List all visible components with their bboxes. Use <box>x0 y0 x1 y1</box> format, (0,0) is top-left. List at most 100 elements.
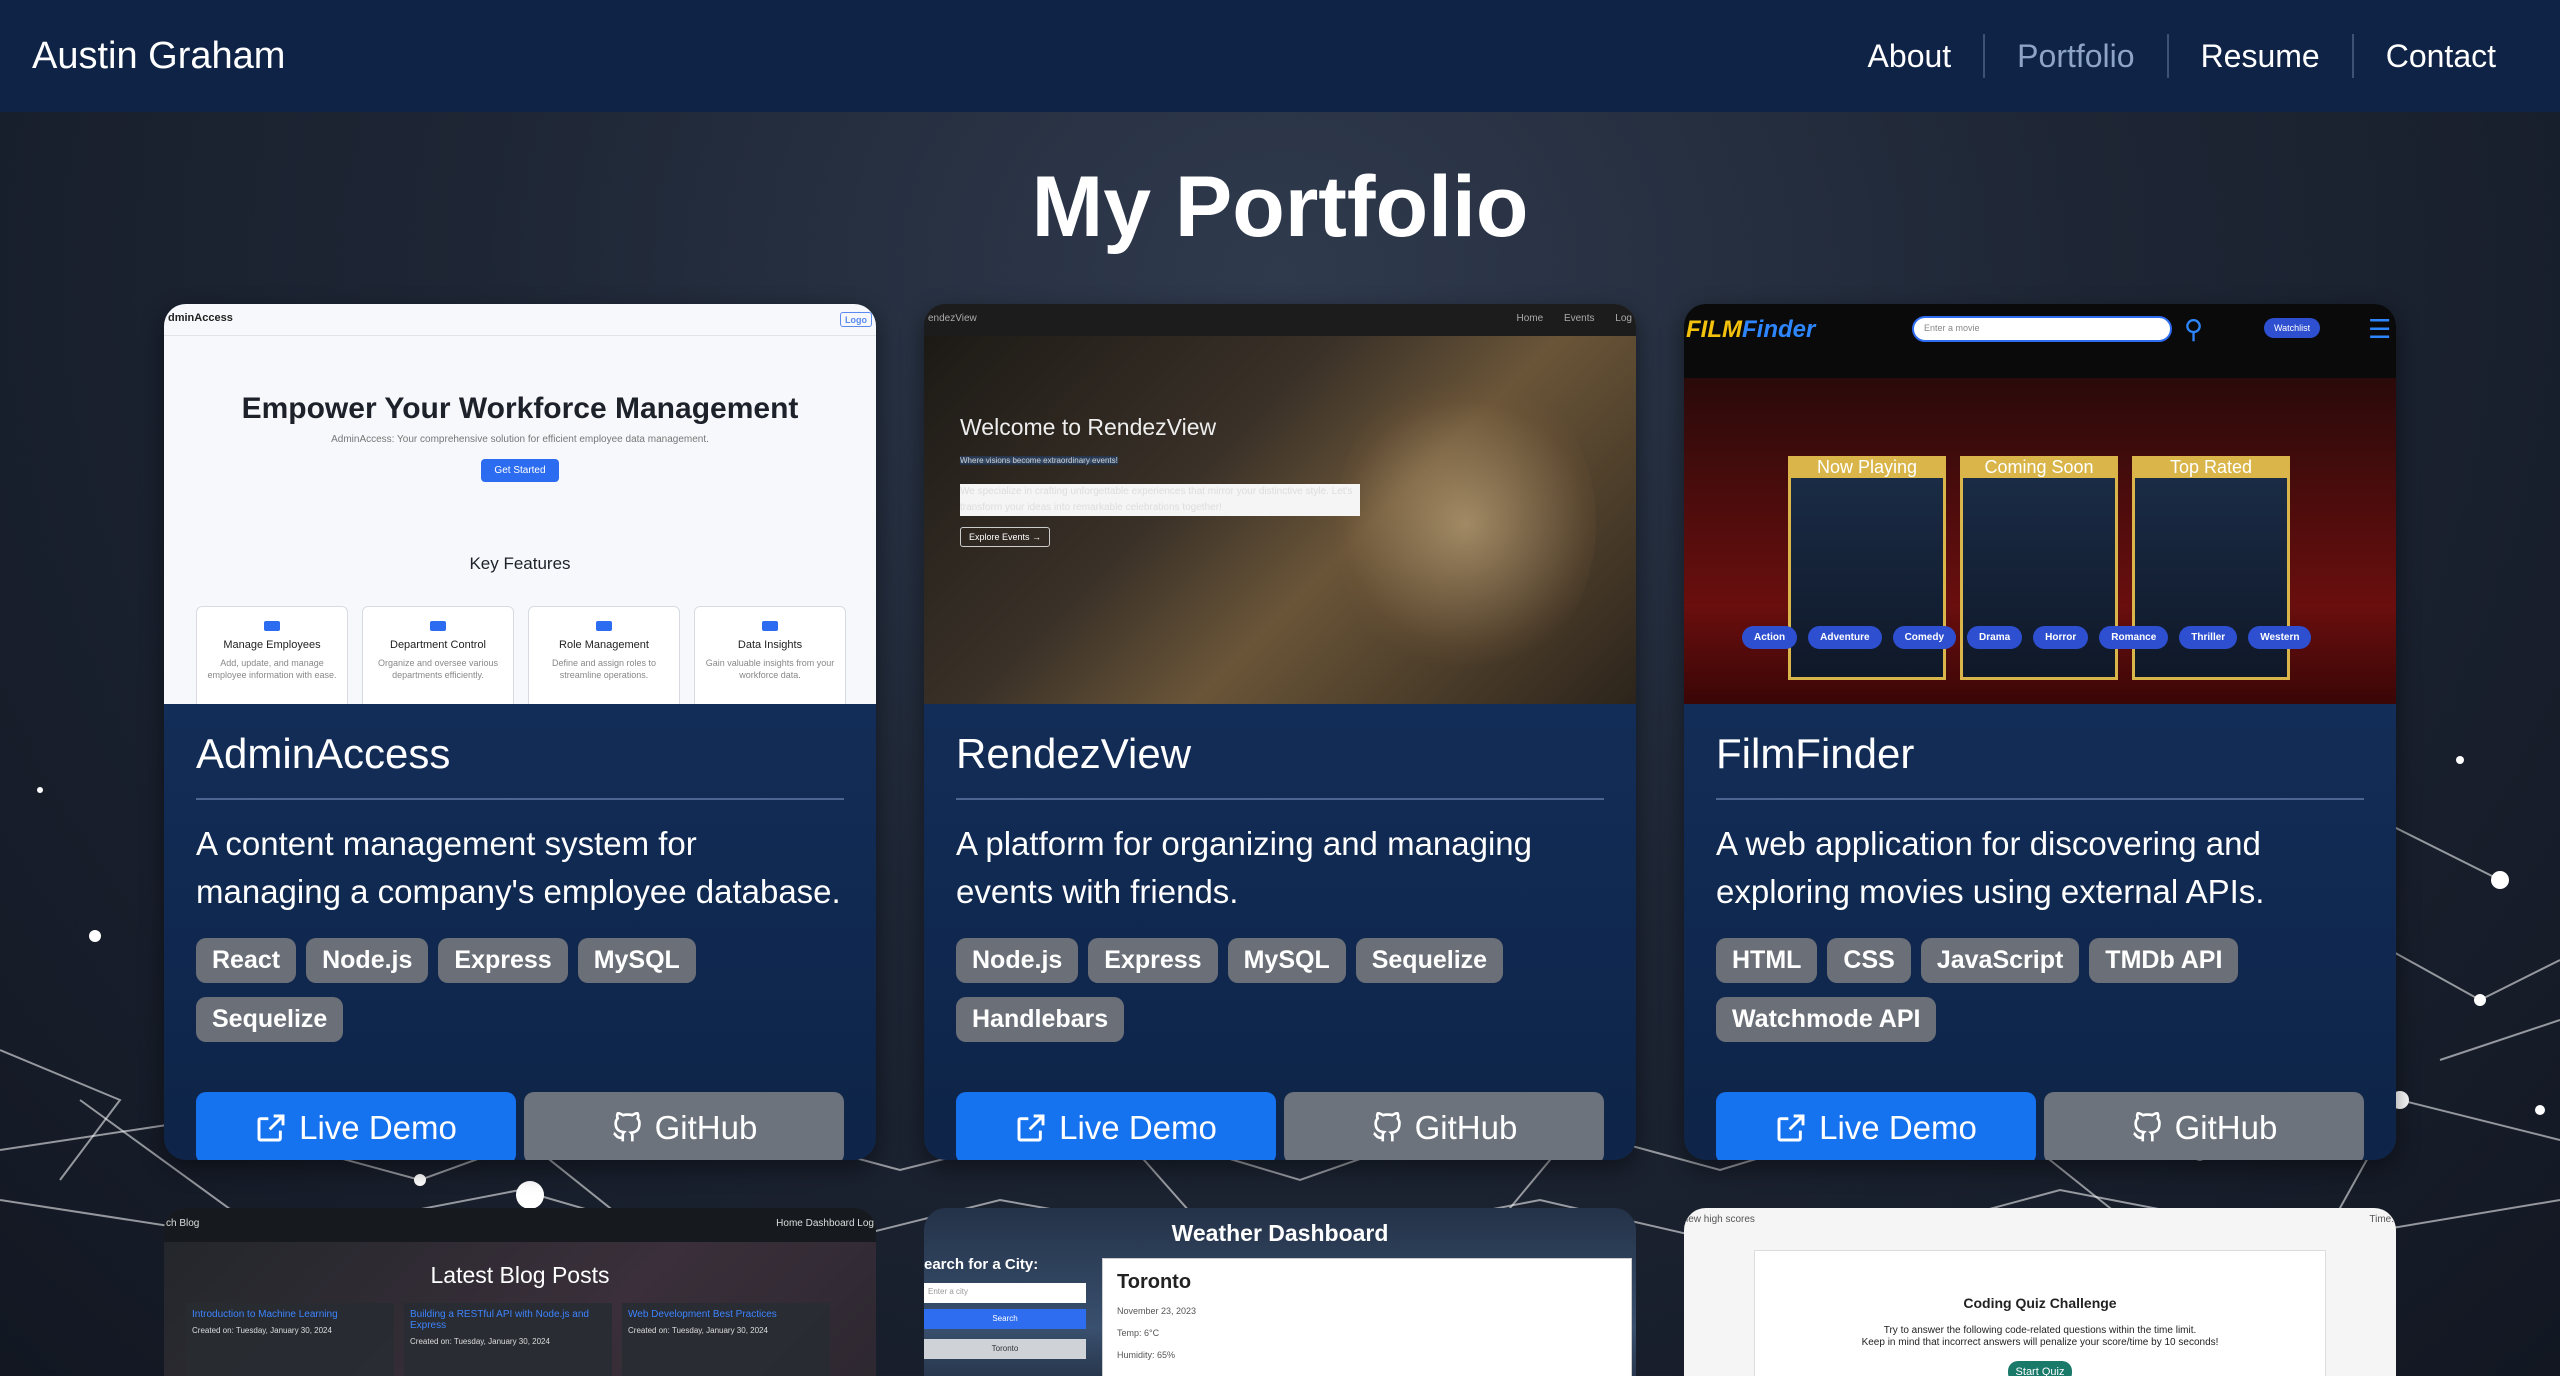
preview-tagline: Where visions become extraordinary event… <box>960 456 1118 465</box>
project-card-filmfinder: FILMFinder Enter a movie ⚲ Watchlist ☰ N… <box>1684 304 2396 1160</box>
github-icon <box>2132 1112 2161 1142</box>
genre-pill: Action <box>1742 626 1798 649</box>
live-demo-label: Live Demo <box>1819 1109 1977 1146</box>
project-screenshot: FILMFinder Enter a movie ⚲ Watchlist ☰ N… <box>1684 304 2396 704</box>
preview-header: dminAccess Logo <box>164 304 876 336</box>
external-link-icon <box>1777 1114 1805 1142</box>
github-icon <box>1372 1112 1401 1142</box>
weather-city: Toronto <box>1117 1271 1192 1293</box>
preview-header: endezView Home Events Log <box>924 304 1636 336</box>
preview-feature: Manage Employees Add, update, and manage … <box>196 606 348 704</box>
weather-panel: Toronto November 23, 2023 Temp: 6°C Humi… <box>1102 1258 1632 1376</box>
github-button[interactable]: GitHub <box>524 1092 844 1160</box>
nav-resume[interactable]: Resume <box>2166 34 2352 78</box>
briefcase-icon <box>430 621 446 631</box>
start-quiz-button: Start Quiz <box>2007 1361 2073 1376</box>
preview-features: Manage Employees Add, update, and manage … <box>196 606 846 704</box>
genre-pill: Adventure <box>1808 626 1882 649</box>
github-label: GitHub <box>1414 1109 1518 1146</box>
card-actions: Live Demo GitHub <box>196 1092 844 1160</box>
high-scores-link: iew high scores <box>1686 1214 1755 1225</box>
feature-desc: Organize and oversee various departments… <box>377 658 499 680</box>
card-title: RendezView <box>956 730 1604 800</box>
genre-pills: Action Adventure Comedy Drama Horror Rom… <box>1742 626 2312 649</box>
preview-heading: Weather Dashboard <box>1171 1220 1389 1246</box>
tech-tag: HTML <box>1716 938 1818 983</box>
search-icon: ⚲ <box>2184 314 2204 344</box>
tech-tags: HTML CSS JavaScript TMDb API Watchmode A… <box>1716 938 2364 1042</box>
search-button: Search <box>924 1309 1086 1329</box>
tech-tag: Express <box>1088 938 1218 983</box>
project-card-rendezview: endezView Home Events Log Welcome to Ren… <box>924 304 1636 1160</box>
project-screenshot: dminAccess Logo Empower Your Workforce M… <box>164 304 876 704</box>
preview-logo: FILMFinder <box>1686 316 1815 344</box>
preview-cta: Explore Events → <box>960 527 1051 547</box>
quiz-box: Coding Quiz Challenge Try to answer the … <box>1754 1250 2326 1376</box>
tech-tag: MySQL <box>1227 938 1346 983</box>
project-card-weather-dashboard: Weather Dashboard earch for a City: Ente… <box>924 1208 1636 1376</box>
post-title: Introduction to Machine Learning <box>192 1309 338 1320</box>
genre-pill: Drama <box>1967 626 2023 649</box>
quiz-desc-line: Try to answer the following code-related… <box>1883 1325 2197 1336</box>
feature-name: Manage Employees <box>223 639 321 651</box>
feature-name: Department Control <box>390 639 486 651</box>
project-card-adminaccess: dminAccess Logo Empower Your Workforce M… <box>164 304 876 1160</box>
chart-icon <box>762 621 778 631</box>
section-label: Now Playing <box>1788 456 1946 478</box>
live-demo-button[interactable]: Live Demo <box>956 1092 1276 1160</box>
tech-tag: Node.js <box>956 938 1079 983</box>
logo-part-b: Finder <box>1741 316 1816 343</box>
champagne-glass-image <box>1336 364 1596 684</box>
quiz-desc-line: Keep in mind that incorrect answers will… <box>1861 1337 2219 1348</box>
tech-tag: TMDb API <box>2089 938 2239 983</box>
timer-label: Time: <box>2369 1214 2394 1225</box>
tech-tag: CSS <box>1827 938 1911 983</box>
theater-stage: Now Playing Coming Soon Top Rated <box>1684 378 2396 704</box>
post-date: Created on: Tuesday, January 30, 2024 <box>192 1326 332 1335</box>
weather-temp: Temp: 6°C <box>1117 1328 1160 1338</box>
top-navbar: Austin Graham About Portfolio Resume Con… <box>0 0 2560 112</box>
github-label: GitHub <box>654 1109 758 1146</box>
project-card-tech-blog: ch Blog Home Dashboard Log Latest Blog P… <box>164 1208 876 1376</box>
genre-pill: Thriller <box>2179 626 2238 649</box>
hamburger-icon: ☰ <box>2368 314 2392 344</box>
github-button[interactable]: GitHub <box>1284 1092 1604 1160</box>
nav-portfolio[interactable]: Portfolio <box>1983 34 2166 78</box>
preview-heading: Welcome to RendezView <box>960 414 1217 440</box>
quiz-title: Coding Quiz Challenge <box>1963 1295 2117 1311</box>
preview-nav: Home Dashboard Log <box>776 1218 874 1229</box>
card-description: A web application for discovering and ex… <box>1716 825 2265 910</box>
preview-heading: Latest Blog Posts <box>430 1262 610 1288</box>
card-description: A platform for organizing and managing e… <box>956 825 1533 910</box>
tech-tag: Sequelize <box>196 997 344 1042</box>
genre-pill: Comedy <box>1892 626 1957 649</box>
external-link-icon <box>1017 1114 1045 1142</box>
tech-tag: Handlebars <box>956 997 1125 1042</box>
github-button[interactable]: GitHub <box>2044 1092 2364 1160</box>
preview-feature: Data Insights Gain valuable insights from… <box>694 606 846 704</box>
card-description: A content management system for managing… <box>196 825 841 910</box>
feature-desc: Gain valuable insights from your workfor… <box>705 658 835 680</box>
preview-body: We specialize in crafting unforgettable … <box>960 484 1360 516</box>
preview-heading: Empower Your Workforce Management <box>241 392 799 425</box>
preview-brand: dminAccess <box>168 312 233 324</box>
tech-tag: MySQL <box>577 938 696 983</box>
card-title: AdminAccess <box>196 730 844 800</box>
tech-tag: React <box>196 938 297 983</box>
preview-brand: endezView <box>928 313 977 324</box>
tech-tags: React Node.js Express MySQL Sequelize <box>196 938 844 1042</box>
live-demo-label: Live Demo <box>299 1109 457 1146</box>
nav-contact[interactable]: Contact <box>2351 34 2528 78</box>
live-demo-button[interactable]: Live Demo <box>1716 1092 2036 1160</box>
preview-feature: Role Management Define and assign roles t… <box>528 606 680 704</box>
nav-about[interactable]: About <box>1836 34 1984 78</box>
live-demo-button[interactable]: Live Demo <box>196 1092 516 1160</box>
weather-date: November 23, 2023 <box>1117 1306 1197 1316</box>
preview-logout: Logo <box>840 312 872 327</box>
preview-brand: ch Blog <box>166 1218 200 1229</box>
blog-post: Introduction to Machine Learning Created … <box>186 1303 394 1376</box>
quiz-desc: Try to answer the following code-related… <box>1755 1325 2325 1349</box>
blog-post: Building a RESTful API with Node.js and … <box>404 1303 612 1376</box>
site-brand[interactable]: Austin Graham <box>32 35 285 78</box>
feature-desc: Define and assign roles to streamline op… <box>551 658 657 680</box>
